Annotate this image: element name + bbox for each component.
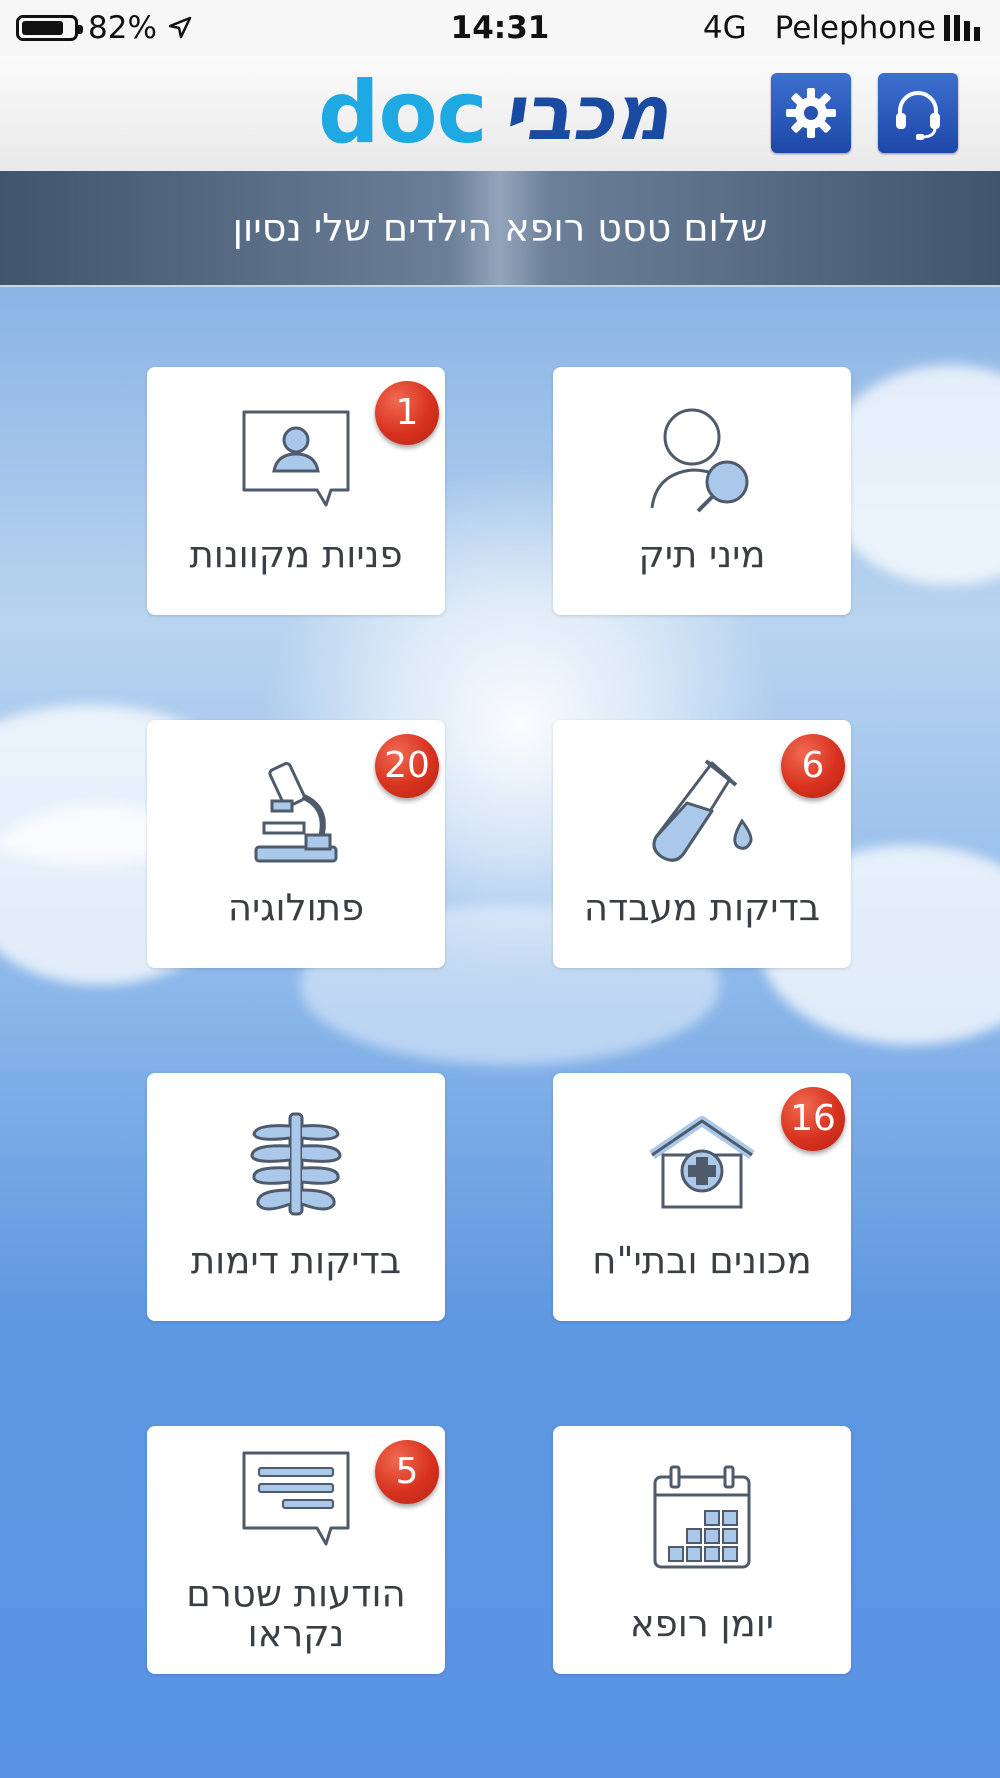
gear-icon bbox=[786, 88, 836, 138]
patient-search-icon bbox=[650, 408, 749, 513]
network-type: 4G bbox=[702, 10, 747, 46]
signal-icon bbox=[944, 15, 980, 41]
tile-lab-tests[interactable]: 6 בדיקות מעבדה bbox=[553, 720, 851, 968]
tile-label: מכונים ובתי"ח bbox=[592, 1239, 812, 1282]
tile-icon-wrap bbox=[553, 1448, 851, 1588]
notification-badge: 5 bbox=[375, 1440, 439, 1504]
tile-label: יומן רופא bbox=[629, 1602, 775, 1645]
notification-badge: 20 bbox=[375, 734, 439, 798]
tile-doctor-calendar[interactable]: יומן רופא bbox=[553, 1426, 851, 1674]
tile-online-inquiries[interactable]: 1 פניות מקוונות bbox=[147, 367, 445, 615]
carrier-name: Pelephone bbox=[774, 10, 936, 46]
xray-ribcage-icon bbox=[250, 1112, 342, 1216]
tile-mini-file[interactable]: מיני תיק bbox=[553, 367, 851, 615]
app-header: doc מכבי bbox=[0, 56, 1000, 172]
settings-button[interactable] bbox=[771, 73, 851, 153]
status-right: 4G Pelephone bbox=[703, 10, 980, 46]
calendar-icon bbox=[653, 1465, 751, 1569]
notification-badge: 16 bbox=[781, 1087, 845, 1151]
tile-label: פתולוגיה bbox=[227, 886, 365, 929]
message-icon bbox=[242, 1451, 350, 1546]
tile-icon-wrap bbox=[553, 389, 851, 529]
microscope-icon bbox=[254, 762, 338, 863]
tile-pathology[interactable]: 20 פתולוגיה bbox=[147, 720, 445, 968]
tile-label: הודעות שטרם נקראו bbox=[186, 1572, 406, 1655]
tile-institutes-hospitals[interactable]: 16 מכונים ובתי"ח bbox=[553, 1073, 851, 1321]
tile-icon-wrap bbox=[147, 1095, 445, 1235]
notification-badge: 1 bbox=[375, 381, 439, 445]
tile-label: בדיקות דימות bbox=[190, 1239, 402, 1282]
greeting-banner: שלום טסט רופא הילדים שלי נסיון bbox=[0, 171, 1000, 287]
greeting-text: שלום טסט רופא הילדים שלי נסיון bbox=[232, 206, 768, 250]
logo-hebrew-text: מכבי bbox=[500, 68, 680, 157]
maccabi-doc-logo: doc מכבי bbox=[318, 63, 680, 163]
tile-label: בדיקות מעבדה bbox=[583, 886, 821, 929]
headset-icon bbox=[896, 91, 940, 140]
hospital-icon bbox=[649, 1116, 755, 1209]
tile-imaging-tests[interactable]: בדיקות דימות bbox=[147, 1073, 445, 1321]
tile-label: מיני תיק bbox=[638, 533, 766, 576]
status-bar: 82% 14:31 4G Pelephone bbox=[0, 0, 1000, 56]
support-button[interactable] bbox=[878, 73, 958, 153]
notification-badge: 6 bbox=[781, 734, 845, 798]
tile-label: פניות מקוונות bbox=[189, 533, 403, 576]
logo-doc-text: doc bbox=[318, 63, 488, 163]
tile-unread-messages[interactable]: 5 הודעות שטרם נקראו bbox=[147, 1426, 445, 1674]
online-inquiry-icon bbox=[242, 410, 350, 507]
test-tube-icon bbox=[652, 759, 753, 862]
